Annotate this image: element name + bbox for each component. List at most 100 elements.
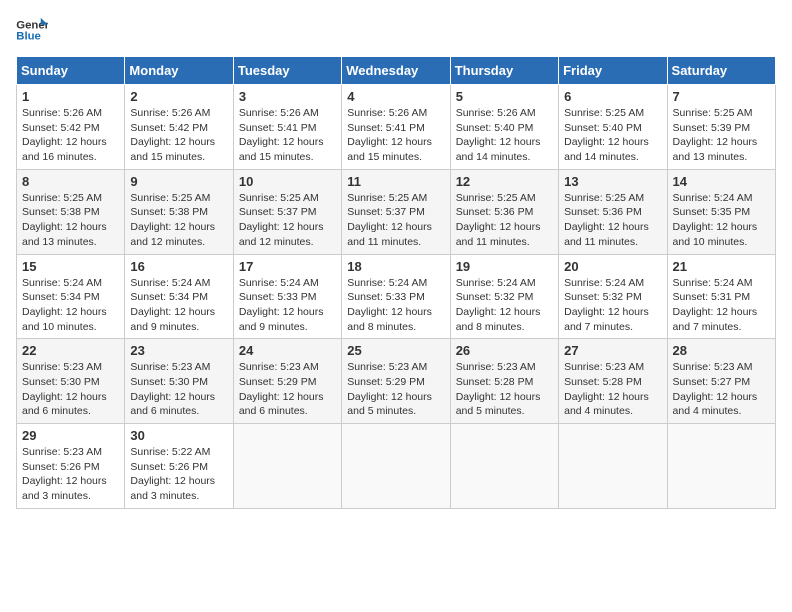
day-info: Sunrise: 5:24 AMSunset: 5:32 PMDaylight:… <box>456 276 553 335</box>
day-number: 19 <box>456 259 553 274</box>
calendar-cell: 22Sunrise: 5:23 AMSunset: 5:30 PMDayligh… <box>17 339 125 424</box>
calendar-cell: 16Sunrise: 5:24 AMSunset: 5:34 PMDayligh… <box>125 254 233 339</box>
day-number: 20 <box>564 259 661 274</box>
day-number: 18 <box>347 259 444 274</box>
day-number: 5 <box>456 89 553 104</box>
day-number: 30 <box>130 428 227 443</box>
calendar-cell: 1 Sunrise: 5:26 AMSunset: 5:42 PMDaylight… <box>17 85 125 170</box>
day-number: 28 <box>673 343 770 358</box>
calendar-cell: 20 Sunrise: 5:24 AMSunset: 5:32 PMDayligh… <box>559 254 667 339</box>
week-row-3: 22 Sunrise: 5:23 AMSunset: 5:30 PMDayligh… <box>17 339 776 424</box>
day-info: Sunrise: 5:23 AMSunset: 5:28 PMDaylight:… <box>564 360 661 419</box>
calendar-cell: 4 Sunrise: 5:26 AMSunset: 5:41 PMDaylight… <box>342 85 450 170</box>
col-header-sunday: Sunday <box>17 57 125 85</box>
calendar-cell: 5 Sunrise: 5:26 AMSunset: 5:40 PMDaylight… <box>450 85 558 170</box>
day-info: Sunrise: 5:23 AMSunset: 5:26 PMDaylight:… <box>22 445 119 504</box>
day-info: Sunrise: 5:24 AMSunset: 5:34 PMDaylight:… <box>130 276 227 335</box>
day-number: 27 <box>564 343 661 358</box>
calendar-cell <box>667 424 775 509</box>
day-number: 13 <box>564 174 661 189</box>
day-number: 1 <box>22 89 119 104</box>
calendar-cell: 29 Sunrise: 5:23 AMSunset: 5:26 PMDayligh… <box>17 424 125 509</box>
day-info: Sunrise: 5:24 AMSunset: 5:35 PMDaylight:… <box>673 191 770 250</box>
day-info: Sunrise: 5:24 AMSunset: 5:34 PMDaylight:… <box>22 276 119 335</box>
calendar-cell: 9 Sunrise: 5:25 AMSunset: 5:38 PMDaylight… <box>125 169 233 254</box>
calendar-cell <box>559 424 667 509</box>
day-info: Sunrise: 5:23 AMSunset: 5:29 PMDaylight:… <box>347 360 444 419</box>
day-number: 8 <box>22 174 119 189</box>
day-number: 29 <box>22 428 119 443</box>
day-info: Sunrise: 5:22 AMSunset: 5:26 PMDaylight:… <box>130 445 227 504</box>
col-header-thursday: Thursday <box>450 57 558 85</box>
logo: General Blue <box>16 16 48 44</box>
day-info: Sunrise: 5:26 AMSunset: 5:42 PMDaylight:… <box>130 106 227 165</box>
calendar-table: SundayMondayTuesdayWednesdayThursdayFrid… <box>16 56 776 509</box>
col-header-wednesday: Wednesday <box>342 57 450 85</box>
calendar-cell: 27 Sunrise: 5:23 AMSunset: 5:28 PMDayligh… <box>559 339 667 424</box>
day-info: Sunrise: 5:26 AMSunset: 5:40 PMDaylight:… <box>456 106 553 165</box>
calendar-cell: 30 Sunrise: 5:22 AMSunset: 5:26 PMDayligh… <box>125 424 233 509</box>
day-info: Sunrise: 5:23 AMSunset: 5:27 PMDaylight:… <box>673 360 770 419</box>
day-info: Sunrise: 5:23 AMSunset: 5:30 PMDaylight:… <box>130 360 227 419</box>
calendar-cell: 10 Sunrise: 5:25 AMSunset: 5:37 PMDayligh… <box>233 169 341 254</box>
day-number: 3 <box>239 89 336 104</box>
day-info: Sunrise: 5:26 AMSunset: 5:42 PMDaylight:… <box>22 106 119 165</box>
day-info: Sunrise: 5:24 AMSunset: 5:32 PMDaylight:… <box>564 276 661 335</box>
day-number: 22 <box>22 343 119 358</box>
svg-text:Blue: Blue <box>16 31 41 43</box>
day-number: 6 <box>564 89 661 104</box>
day-info: Sunrise: 5:26 AMSunset: 5:41 PMDaylight:… <box>239 106 336 165</box>
calendar-cell: 7Sunrise: 5:25 AMSunset: 5:39 PMDaylight… <box>667 85 775 170</box>
day-number: 11 <box>347 174 444 189</box>
header-row: SundayMondayTuesdayWednesdayThursdayFrid… <box>17 57 776 85</box>
calendar-cell: 19 Sunrise: 5:24 AMSunset: 5:32 PMDayligh… <box>450 254 558 339</box>
day-number: 10 <box>239 174 336 189</box>
calendar-cell: 8 Sunrise: 5:25 AMSunset: 5:38 PMDaylight… <box>17 169 125 254</box>
calendar-cell: 13Sunrise: 5:25 AMSunset: 5:36 PMDayligh… <box>559 169 667 254</box>
calendar-cell: 14Sunrise: 5:24 AMSunset: 5:35 PMDayligh… <box>667 169 775 254</box>
week-row-2: 15 Sunrise: 5:24 AMSunset: 5:34 PMDayligh… <box>17 254 776 339</box>
logo-icon: General Blue <box>16 16 48 44</box>
col-header-saturday: Saturday <box>667 57 775 85</box>
day-info: Sunrise: 5:24 AMSunset: 5:33 PMDaylight:… <box>347 276 444 335</box>
day-number: 2 <box>130 89 227 104</box>
week-row-4: 29 Sunrise: 5:23 AMSunset: 5:26 PMDayligh… <box>17 424 776 509</box>
day-number: 24 <box>239 343 336 358</box>
calendar-cell <box>233 424 341 509</box>
day-number: 9 <box>130 174 227 189</box>
calendar-cell: 23Sunrise: 5:23 AMSunset: 5:30 PMDayligh… <box>125 339 233 424</box>
calendar-cell: 18 Sunrise: 5:24 AMSunset: 5:33 PMDayligh… <box>342 254 450 339</box>
day-number: 4 <box>347 89 444 104</box>
day-info: Sunrise: 5:25 AMSunset: 5:37 PMDaylight:… <box>347 191 444 250</box>
calendar-cell <box>342 424 450 509</box>
day-info: Sunrise: 5:26 AMSunset: 5:41 PMDaylight:… <box>347 106 444 165</box>
calendar-cell: 2 Sunrise: 5:26 AMSunset: 5:42 PMDaylight… <box>125 85 233 170</box>
day-info: Sunrise: 5:25 AMSunset: 5:38 PMDaylight:… <box>130 191 227 250</box>
day-info: Sunrise: 5:25 AMSunset: 5:38 PMDaylight:… <box>22 191 119 250</box>
calendar-cell: 25 Sunrise: 5:23 AMSunset: 5:29 PMDayligh… <box>342 339 450 424</box>
day-info: Sunrise: 5:25 AMSunset: 5:36 PMDaylight:… <box>456 191 553 250</box>
day-number: 21 <box>673 259 770 274</box>
col-header-monday: Monday <box>125 57 233 85</box>
day-number: 26 <box>456 343 553 358</box>
calendar-cell: 28 Sunrise: 5:23 AMSunset: 5:27 PMDayligh… <box>667 339 775 424</box>
calendar-cell: 21Sunrise: 5:24 AMSunset: 5:31 PMDayligh… <box>667 254 775 339</box>
day-info: Sunrise: 5:23 AMSunset: 5:28 PMDaylight:… <box>456 360 553 419</box>
page-header: General Blue <box>16 16 776 44</box>
day-info: Sunrise: 5:23 AMSunset: 5:29 PMDaylight:… <box>239 360 336 419</box>
calendar-cell: 15 Sunrise: 5:24 AMSunset: 5:34 PMDayligh… <box>17 254 125 339</box>
calendar-cell: 11 Sunrise: 5:25 AMSunset: 5:37 PMDayligh… <box>342 169 450 254</box>
week-row-1: 8 Sunrise: 5:25 AMSunset: 5:38 PMDaylight… <box>17 169 776 254</box>
calendar-cell: 17 Sunrise: 5:24 AMSunset: 5:33 PMDayligh… <box>233 254 341 339</box>
day-number: 17 <box>239 259 336 274</box>
day-number: 25 <box>347 343 444 358</box>
calendar-cell: 6 Sunrise: 5:25 AMSunset: 5:40 PMDaylight… <box>559 85 667 170</box>
day-number: 15 <box>22 259 119 274</box>
day-number: 7 <box>673 89 770 104</box>
day-info: Sunrise: 5:24 AMSunset: 5:33 PMDaylight:… <box>239 276 336 335</box>
day-number: 12 <box>456 174 553 189</box>
calendar-cell: 24 Sunrise: 5:23 AMSunset: 5:29 PMDayligh… <box>233 339 341 424</box>
day-info: Sunrise: 5:25 AMSunset: 5:37 PMDaylight:… <box>239 191 336 250</box>
calendar-cell: 12 Sunrise: 5:25 AMSunset: 5:36 PMDayligh… <box>450 169 558 254</box>
day-info: Sunrise: 5:25 AMSunset: 5:40 PMDaylight:… <box>564 106 661 165</box>
